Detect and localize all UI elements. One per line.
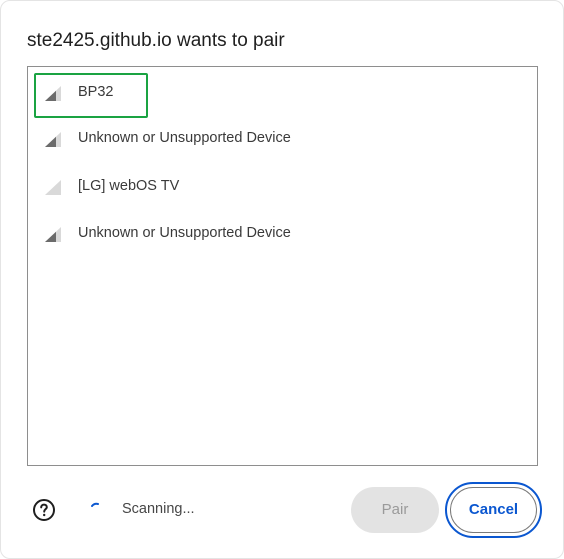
device-name: Unknown or Unsupported Device	[78, 225, 291, 241]
dialog-title: ste2425.github.io wants to pair	[27, 30, 285, 51]
pair-button[interactable]: Pair	[351, 487, 439, 533]
bluetooth-pair-dialog: ste2425.github.io wants to pair BP32 Unk…	[0, 0, 564, 559]
signal-strength-icon	[45, 180, 61, 195]
device-item-lg-webos-tv[interactable]: [LG] webOS TV	[28, 167, 537, 207]
scanning-spinner-icon	[90, 502, 104, 516]
device-item-bp32[interactable]: BP32	[28, 73, 537, 118]
device-name: [LG] webOS TV	[78, 178, 180, 194]
signal-strength-icon	[45, 132, 61, 147]
device-item-unknown-1[interactable]: Unknown or Unsupported Device	[28, 119, 537, 159]
device-item-unknown-2[interactable]: Unknown or Unsupported Device	[28, 214, 537, 254]
signal-strength-icon	[45, 86, 61, 101]
signal-strength-icon	[45, 227, 61, 242]
device-name: Unknown or Unsupported Device	[78, 130, 291, 146]
cancel-button[interactable]: Cancel	[450, 487, 537, 533]
device-name: BP32	[78, 84, 114, 100]
help-icon[interactable]	[32, 498, 56, 522]
device-list[interactable]: BP32 Unknown or Unsupported Device [LG] …	[27, 66, 538, 466]
scanning-status: Scanning...	[122, 501, 195, 517]
